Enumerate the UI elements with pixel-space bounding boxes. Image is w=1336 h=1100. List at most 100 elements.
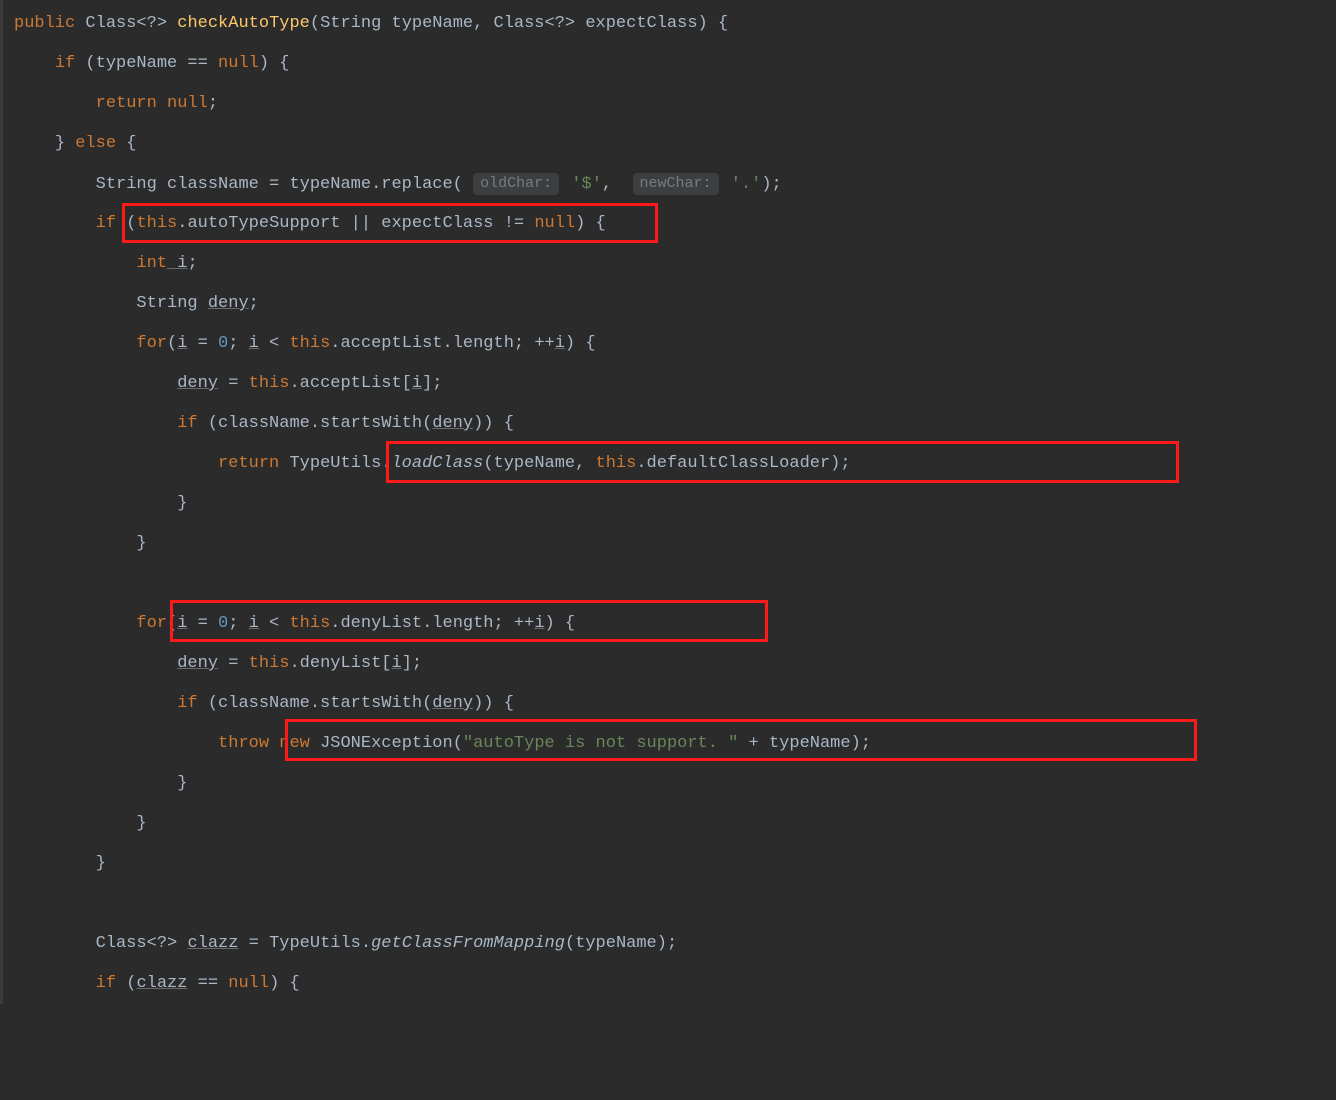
- code-text: );: [761, 175, 781, 194]
- code-text: .acceptList[: [289, 374, 411, 393]
- variable: clazz: [136, 974, 187, 993]
- code-text: (: [167, 614, 177, 633]
- code-text: <: [259, 334, 290, 353]
- variable: deny: [432, 694, 473, 713]
- keyword: public: [14, 14, 75, 33]
- code-text: {: [116, 134, 136, 153]
- code-text: ==: [187, 974, 228, 993]
- code-text: ];: [422, 374, 442, 393]
- code-text: TypeUtils.: [279, 454, 391, 473]
- variable: i: [249, 334, 259, 353]
- string: "autoType is not support. ": [463, 734, 738, 753]
- code-line: [0, 884, 1336, 924]
- code-text: .defaultClassLoader);: [636, 454, 850, 473]
- code-text: }: [136, 534, 146, 553]
- code-line: deny = this.denyList[i];: [0, 644, 1336, 684]
- string: '.': [721, 175, 762, 194]
- code-text: ;: [249, 294, 259, 313]
- code-text: =: [218, 654, 249, 673]
- number: 0: [218, 334, 228, 353]
- code-line: }: [0, 484, 1336, 524]
- code-text: .denyList[: [289, 654, 391, 673]
- code-text: ;: [228, 334, 248, 353]
- code-text: (typeName ==: [75, 54, 218, 73]
- variable: i: [392, 654, 402, 673]
- code-text: ;: [187, 254, 197, 273]
- variable: deny: [177, 374, 218, 393]
- code-line: return null;: [0, 84, 1336, 124]
- code-text: )) {: [473, 414, 514, 433]
- variable: i: [249, 614, 259, 633]
- variable: deny: [177, 654, 218, 673]
- keyword: throw: [218, 734, 269, 753]
- code-text: (: [167, 334, 177, 353]
- code-text: ): [545, 614, 555, 633]
- variable: i: [555, 334, 565, 353]
- code-line: if (className.startsWith(deny)) {: [0, 684, 1336, 724]
- keyword: else: [75, 134, 116, 153]
- keyword: null: [218, 54, 259, 73]
- variable: deny: [208, 294, 249, 313]
- number: 0: [218, 614, 228, 633]
- variable: deny: [432, 414, 473, 433]
- code-text: {: [585, 214, 605, 233]
- code-text: =: [187, 334, 218, 353]
- keyword: this: [596, 454, 637, 473]
- keyword: if: [96, 974, 116, 993]
- keyword: if: [96, 214, 116, 233]
- code-text: }: [177, 774, 187, 793]
- code-text: }: [55, 134, 75, 153]
- code-text: <: [259, 614, 290, 633]
- code-text: .denyList.length; ++: [330, 614, 534, 633]
- keyword: for: [136, 334, 167, 353]
- code-text: }: [96, 854, 106, 873]
- keyword: this: [136, 214, 177, 233]
- code-line: return TypeUtils.loadClass(typeName, thi…: [0, 444, 1336, 484]
- code-text: =: [218, 374, 249, 393]
- code-text: String: [136, 294, 207, 313]
- code-text: }: [177, 494, 187, 513]
- code-line: }: [0, 804, 1336, 844]
- code-text: String className = typeName.replace(: [96, 175, 473, 194]
- variable: i: [177, 334, 187, 353]
- code-text: (typeName,: [483, 454, 595, 473]
- code-line: if (clazz == null) {: [0, 964, 1336, 1004]
- code-line: if (className.startsWith(deny)) {: [0, 404, 1336, 444]
- code-line: if (this.autoTypeSupport || expectClass …: [0, 204, 1336, 244]
- code-text: (: [116, 974, 136, 993]
- keyword: this: [289, 334, 330, 353]
- code-text: ;: [208, 94, 218, 113]
- code-line: [0, 564, 1336, 604]
- keyword: null: [228, 974, 269, 993]
- keyword: int: [136, 254, 167, 273]
- keyword: new: [269, 734, 310, 753]
- code-block: public Class<?> checkAutoType(String typ…: [0, 0, 1336, 1004]
- keyword: null: [534, 214, 575, 233]
- code-text: ): [575, 214, 585, 233]
- method-call: getClassFromMapping: [371, 934, 565, 953]
- code-line: deny = this.acceptList[i];: [0, 364, 1336, 404]
- param-hint: newChar:: [633, 173, 719, 195]
- code-line: throw new JSONException("autoType is not…: [0, 724, 1336, 764]
- code-text: ) {: [259, 54, 290, 73]
- code-text: JSONException(: [310, 734, 463, 753]
- code-line: if (typeName == null) {: [0, 44, 1336, 84]
- variable: i: [177, 614, 187, 633]
- code-text: ];: [402, 654, 422, 673]
- code-text: (className.startsWith(: [198, 694, 433, 713]
- variable: clazz: [187, 934, 238, 953]
- keyword: if: [55, 54, 75, 73]
- code-text: }: [136, 814, 146, 833]
- code-text: (: [116, 214, 136, 233]
- code-text: (String typeName, Class<?> expectClass) …: [310, 14, 728, 33]
- code-line: } else {: [0, 124, 1336, 164]
- code-text: (className.startsWith(: [198, 414, 433, 433]
- code-line: String className = typeName.replace( old…: [0, 164, 1336, 204]
- method-name: checkAutoType: [177, 14, 310, 33]
- method-call: loadClass: [391, 454, 483, 473]
- keyword: if: [177, 694, 197, 713]
- variable: i: [167, 254, 187, 273]
- code-line: for(i = 0; i < this.acceptList.length; +…: [0, 324, 1336, 364]
- code-text: ;: [228, 614, 248, 633]
- code-text: Class<?>: [75, 14, 177, 33]
